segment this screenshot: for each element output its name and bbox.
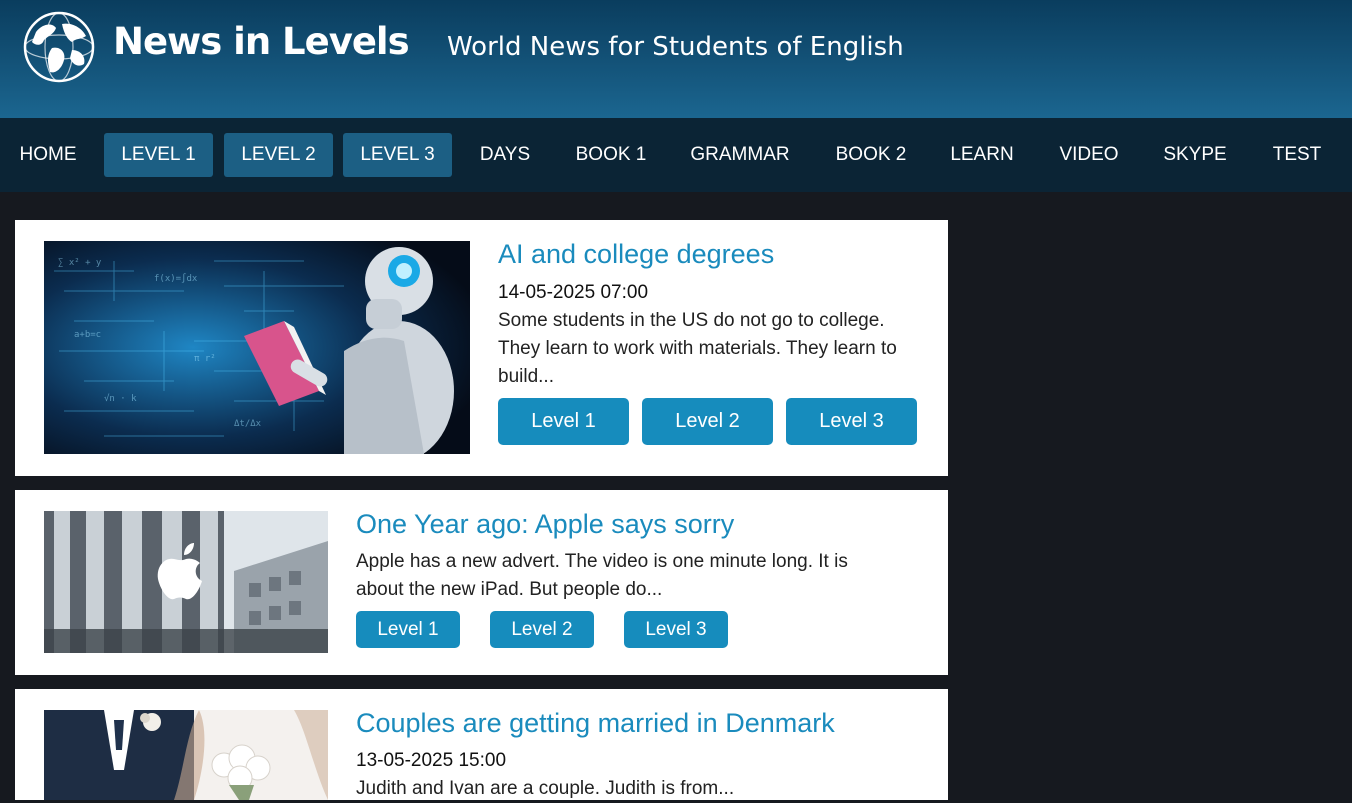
nav-book-2[interactable]: BOOK 2 bbox=[826, 133, 916, 177]
site-title[interactable]: News in Levels bbox=[113, 20, 410, 63]
svg-text:f(x)=∫dx: f(x)=∫dx bbox=[154, 273, 198, 284]
svg-text:a+b=c: a+b=c bbox=[74, 330, 101, 340]
nav-level-2[interactable]: LEVEL 2 bbox=[224, 133, 333, 177]
site-header: News in Levels World News for Students o… bbox=[0, 0, 1352, 118]
level-3-button[interactable]: Level 3 bbox=[786, 398, 917, 445]
article-card: One Year ago: Apple says sorry Apple has… bbox=[15, 490, 948, 675]
article-title[interactable]: One Year ago: Apple says sorry bbox=[356, 509, 734, 540]
article-thumbnail-apple-store[interactable] bbox=[44, 511, 328, 653]
level-2-button[interactable]: Level 2 bbox=[642, 398, 773, 445]
globe-icon[interactable] bbox=[22, 10, 96, 84]
svg-text:Δt/Δx: Δt/Δx bbox=[234, 419, 262, 429]
site-tagline: World News for Students of English bbox=[447, 32, 904, 62]
article-date: 13-05-2025 15:00 bbox=[356, 750, 507, 771]
nav-home[interactable]: HOME bbox=[8, 133, 88, 177]
article-title[interactable]: AI and college degrees bbox=[498, 239, 774, 270]
article-date: 14-05-2025 07:00 bbox=[498, 282, 649, 303]
svg-text:√n · k: √n · k bbox=[104, 393, 137, 404]
nav-book-1[interactable]: BOOK 1 bbox=[566, 133, 656, 177]
article-thumbnail-robot[interactable]: ∑ x² + y f(x)=∫dx a+b=c π r² √n · k Δt/Δ… bbox=[44, 241, 470, 454]
nav-video[interactable]: VIDEO bbox=[1048, 133, 1130, 177]
nav-learn[interactable]: LEARN bbox=[940, 133, 1024, 177]
nav-days[interactable]: DAYS bbox=[468, 133, 542, 177]
nav-level-3[interactable]: LEVEL 3 bbox=[343, 133, 452, 177]
article-card: ∑ x² + y f(x)=∫dx a+b=c π r² √n · k Δt/Δ… bbox=[15, 220, 948, 476]
article-excerpt: Apple has a new advert. The video is one… bbox=[356, 551, 848, 600]
nav-test[interactable]: TEST bbox=[1262, 133, 1332, 177]
nav-level-1[interactable]: LEVEL 1 bbox=[104, 133, 213, 177]
level-3-button[interactable]: Level 3 bbox=[624, 611, 728, 648]
level-2-button[interactable]: Level 2 bbox=[490, 611, 594, 648]
nav-skype[interactable]: SKYPE bbox=[1154, 133, 1236, 177]
level-1-button[interactable]: Level 1 bbox=[498, 398, 629, 445]
article-excerpt: Some students in the US do not go to col… bbox=[498, 310, 897, 387]
level-1-button[interactable]: Level 1 bbox=[356, 611, 460, 648]
nav-grammar[interactable]: GRAMMAR bbox=[680, 133, 800, 177]
main-nav: HOME LEVEL 1 LEVEL 2 LEVEL 3 DAYS BOOK 1… bbox=[0, 118, 1352, 192]
article-thumbnail-wedding[interactable] bbox=[44, 710, 328, 800]
svg-text:∑ x² + y: ∑ x² + y bbox=[58, 258, 102, 268]
svg-text:π r²: π r² bbox=[194, 354, 216, 364]
article-title[interactable]: Couples are getting married in Denmark bbox=[356, 708, 835, 739]
article-excerpt: Judith and Ivan are a couple. Judith is … bbox=[356, 778, 735, 799]
article-card: Couples are getting married in Denmark 1… bbox=[15, 689, 948, 800]
